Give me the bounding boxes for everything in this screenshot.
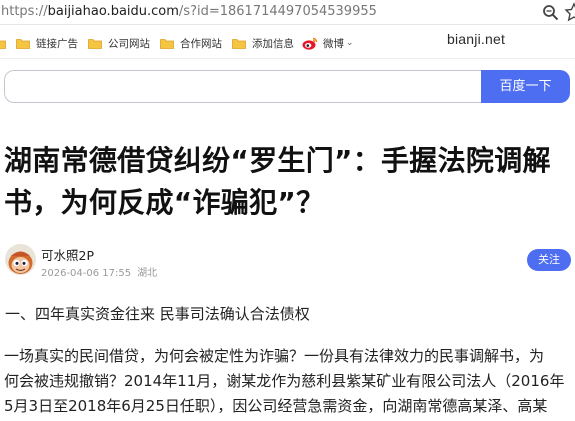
folder-icon bbox=[232, 38, 246, 49]
bookmark-label: 链接广告 bbox=[36, 37, 78, 50]
bookmarks-bar: 链接广告 公司网站 合作网站 添加信息 微博 ⌄ bianji.net bbox=[0, 25, 575, 59]
article-body: 一场真实的民间借贷，为何会被定性为诈骗？一份具有法律效力的民事调解书，为 何会被… bbox=[4, 344, 575, 419]
paragraph-line: 一场真实的民间借贷，为何会被定性为诈骗？一份具有法律效力的民事调解书，为 bbox=[4, 347, 545, 365]
avatar-image bbox=[5, 244, 36, 275]
folder-icon bbox=[160, 38, 174, 49]
url-path: /s?id=1861714497054539955 bbox=[178, 4, 377, 19]
search-button[interactable]: 百度一下 bbox=[481, 70, 570, 103]
folder-icon bbox=[0, 40, 6, 49]
section-heading: 一、四年真实资金往来 民事司法确认合法债权 bbox=[5, 305, 310, 323]
url-text[interactable]: https://baijiahao.baidu.com/s?id=1861714… bbox=[1, 4, 377, 20]
bookmark-item-3[interactable]: 添加信息 bbox=[232, 34, 295, 52]
publish-location: 湖北 bbox=[137, 268, 158, 279]
follow-button[interactable]: 关注 bbox=[527, 249, 571, 271]
bookmark-cut[interactable] bbox=[0, 34, 10, 52]
zoom-icon[interactable] bbox=[542, 4, 559, 21]
star-icon[interactable] bbox=[564, 2, 575, 22]
bookmark-label: 合作网站 bbox=[180, 37, 222, 50]
publish-date: 2026-04-06 17:55 bbox=[41, 268, 132, 279]
folder-icon bbox=[88, 38, 102, 49]
bookmark-item-1[interactable]: 公司网站 bbox=[88, 34, 160, 52]
search-input[interactable] bbox=[4, 70, 481, 103]
folder-icon bbox=[16, 38, 30, 49]
address-bar[interactable]: https://baijiahao.baidu.com/s?id=1861714… bbox=[0, 0, 575, 25]
bookmark-item-4[interactable]: 微博 ⌄ bbox=[302, 34, 362, 52]
author-name[interactable]: 可水照2P bbox=[41, 245, 94, 264]
bookmark-label: 添加信息 bbox=[252, 37, 294, 50]
article-meta: 2026-04-06 17:55 湖北 bbox=[41, 264, 157, 279]
article-title: 湖南常德借贷纠纷“罗生门”：手握法院调解书，为何反成“诈骗犯”？ bbox=[4, 144, 551, 219]
paragraph-line: 何会被违规撤销？2014年11月，谢某龙作为慈利县紫某矿业有限公司法人（2016… bbox=[4, 372, 565, 390]
bookmark-label: 公司网站 bbox=[108, 37, 150, 50]
avatar[interactable] bbox=[5, 244, 36, 275]
paragraph-line: 5月3日至2018年6月25日任职），因公司经营急需资金，向湖南常德高某泽、高某 bbox=[4, 397, 548, 415]
url-prefix: https:// bbox=[1, 4, 48, 19]
bookmark-label: 微博 bbox=[323, 37, 344, 50]
watermark: bianji.net bbox=[447, 31, 506, 47]
bookmark-item-0[interactable]: 链接广告 bbox=[16, 34, 80, 52]
chevron-down-icon: ⌄ bbox=[346, 38, 354, 48]
url-domain: baijiahao.baidu.com bbox=[47, 4, 179, 19]
weibo-icon bbox=[302, 37, 318, 50]
bookmark-item-2[interactable]: 合作网站 bbox=[160, 34, 232, 52]
